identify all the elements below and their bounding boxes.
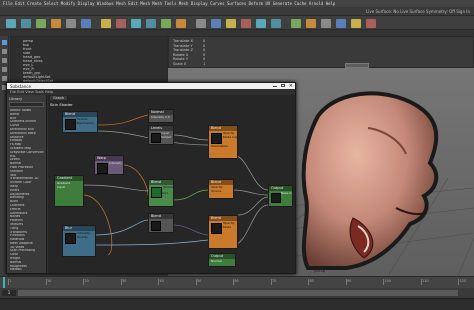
texture-icon[interactable] (321, 19, 331, 28)
channel-icon[interactable] (351, 19, 361, 28)
maya-menubar: File Edit Create Select Modify Display W… (0, 0, 474, 7)
render-icon[interactable] (116, 19, 126, 28)
channel-row[interactable]: Scale X 1 (173, 62, 469, 67)
timeline-tick-label: 10 (47, 279, 52, 283)
channel-box: Translate X 0 Translate Y 0 Translate Z 0 Rota… (168, 36, 474, 68)
menubar-text[interactable]: File Edit Create Select Modify Display W… (3, 1, 335, 6)
timeline-tick-label: 120 (459, 279, 466, 283)
grid-icon[interactable] (271, 19, 281, 28)
close-icon[interactable]: × (289, 83, 293, 89)
channel-name: Scale X (173, 61, 187, 66)
ipr-icon[interactable] (131, 19, 141, 28)
layers-icon[interactable] (176, 19, 186, 28)
graph-node-output-normal[interactable]: Output Normal (208, 253, 236, 267)
paint-tool-icon[interactable] (2, 58, 7, 63)
snap-icon[interactable] (241, 19, 251, 28)
timeline[interactable]: 1 10 20 30 40 50 60 70 80 90 100 110 120 (0, 276, 474, 289)
timeline-tick-label: 40 (159, 279, 164, 283)
rotate-tool-icon[interactable] (2, 76, 7, 81)
graph-canvas[interactable]: Graph Skin Shader Blend Source Destinati… (48, 95, 295, 273)
library-panel: Library Atomic nodes Blend Blur Channels Sh… (7, 95, 47, 273)
timeline-tick-label: 70 (272, 279, 277, 283)
timeline-tick-label: 1 (9, 279, 12, 283)
wire-icon[interactable] (291, 19, 301, 28)
command-line[interactable] (0, 298, 474, 310)
frame-field[interactable]: 1 (2, 290, 16, 296)
select-tool-icon[interactable] (2, 40, 7, 45)
rotate-icon[interactable] (226, 19, 236, 28)
cube-icon[interactable] (6, 19, 16, 28)
graph-window-title: Substance (10, 83, 31, 89)
channel-rows: Translate X 0 Translate Y 0 Translate Z 0 Rota… (169, 37, 473, 68)
graph-node-blend-orange-1[interactable]: Blend OpacityMode Copy SourceDestination (208, 125, 238, 159)
viewport-camera-label: persp (314, 268, 326, 273)
plane-icon[interactable] (51, 19, 61, 28)
sphere-icon[interactable] (21, 19, 31, 28)
tool-icon[interactable] (366, 19, 376, 28)
library-item[interactable]: Metallic (8, 268, 46, 271)
maximize-icon[interactable] (281, 84, 285, 87)
timeline-tick-label: 60 (234, 279, 239, 283)
outliner-panel: persp top front side head_geo head_hires eye_L… (10, 36, 168, 84)
graph-node-gradient[interactable]: Gradient Gradient Input (54, 175, 84, 207)
graph-node-blend-orange-2[interactable]: Blend Opacity Source (208, 179, 234, 199)
move-icon[interactable] (196, 19, 206, 28)
shade-icon[interactable] (306, 19, 316, 28)
timeline-tick-label: 90 (347, 279, 352, 283)
graph-node-blend-mid[interactable]: Blend (148, 213, 174, 233)
outliner-list: persp top front side head_geo head_hires eye_L… (11, 37, 167, 83)
graph-window-titlebar[interactable]: Substance × (7, 83, 295, 89)
timeline-tick-label: 50 (197, 279, 202, 283)
lasso-tool-icon[interactable] (2, 49, 7, 54)
move-tool-icon[interactable] (2, 67, 7, 72)
script-icon[interactable] (161, 19, 171, 28)
timeline-tick-label: 110 (422, 279, 429, 283)
graph-window-menu[interactable]: File Edit View Tools Help (10, 90, 53, 94)
status-line: Live Surface: No Live Surface Symmetry: … (0, 7, 474, 16)
timeline-ticks: 1 10 20 30 40 50 60 70 80 90 100 110 120 (8, 279, 468, 287)
graph-node-warp[interactable]: Warp Intensity (94, 155, 124, 175)
cylinder-icon[interactable] (36, 19, 46, 28)
graph-node-blend-green[interactable]: Blend Source Destination (148, 179, 174, 207)
magnet-icon[interactable] (256, 19, 266, 28)
light-icon[interactable] (101, 19, 111, 28)
shelf-icons (6, 19, 386, 28)
graph-node-blend-orange-3[interactable]: Blend OpacityMode Source (208, 215, 238, 249)
status-line-text: Live Surface: No Live Surface Symmetry: … (366, 9, 470, 14)
timeline-tick-label: 100 (384, 279, 391, 283)
library-title: Library (9, 96, 23, 101)
channel-value[interactable]: 1 (203, 62, 215, 67)
graph-node-output-basecolor[interactable]: Output Base Color (268, 185, 293, 207)
settings-icon[interactable] (146, 19, 156, 28)
shelf (0, 16, 474, 30)
attr-icon[interactable] (336, 19, 346, 28)
library-search[interactable] (9, 102, 44, 107)
graph-node-blur[interactable]: Blur Intensity Quality (62, 225, 96, 257)
graph-node-normal[interactable]: Normal Intensity 1.0 (148, 109, 174, 123)
timeline-tick-label: 20 (84, 279, 89, 283)
timeline-tick-label: 80 (309, 279, 314, 283)
graph-node-levels[interactable]: Levels Input Output (148, 125, 174, 145)
minimize-icon[interactable] (273, 85, 277, 87)
graph-window: Substance × File Edit View Tools Help Li… (6, 82, 296, 274)
graph-node-blend-1[interactable]: Blend Source Destination (62, 111, 98, 133)
camera-icon[interactable] (81, 19, 91, 28)
timeline-tick-label: 30 (122, 279, 127, 283)
range-slider[interactable]: 1 (0, 288, 474, 298)
library-list: Atomic nodes Blend Blur Channels Shuffle Cur… (8, 109, 46, 271)
curve-icon[interactable] (66, 19, 76, 28)
range-slider-bar[interactable] (18, 290, 458, 296)
scale-icon[interactable] (211, 19, 221, 28)
